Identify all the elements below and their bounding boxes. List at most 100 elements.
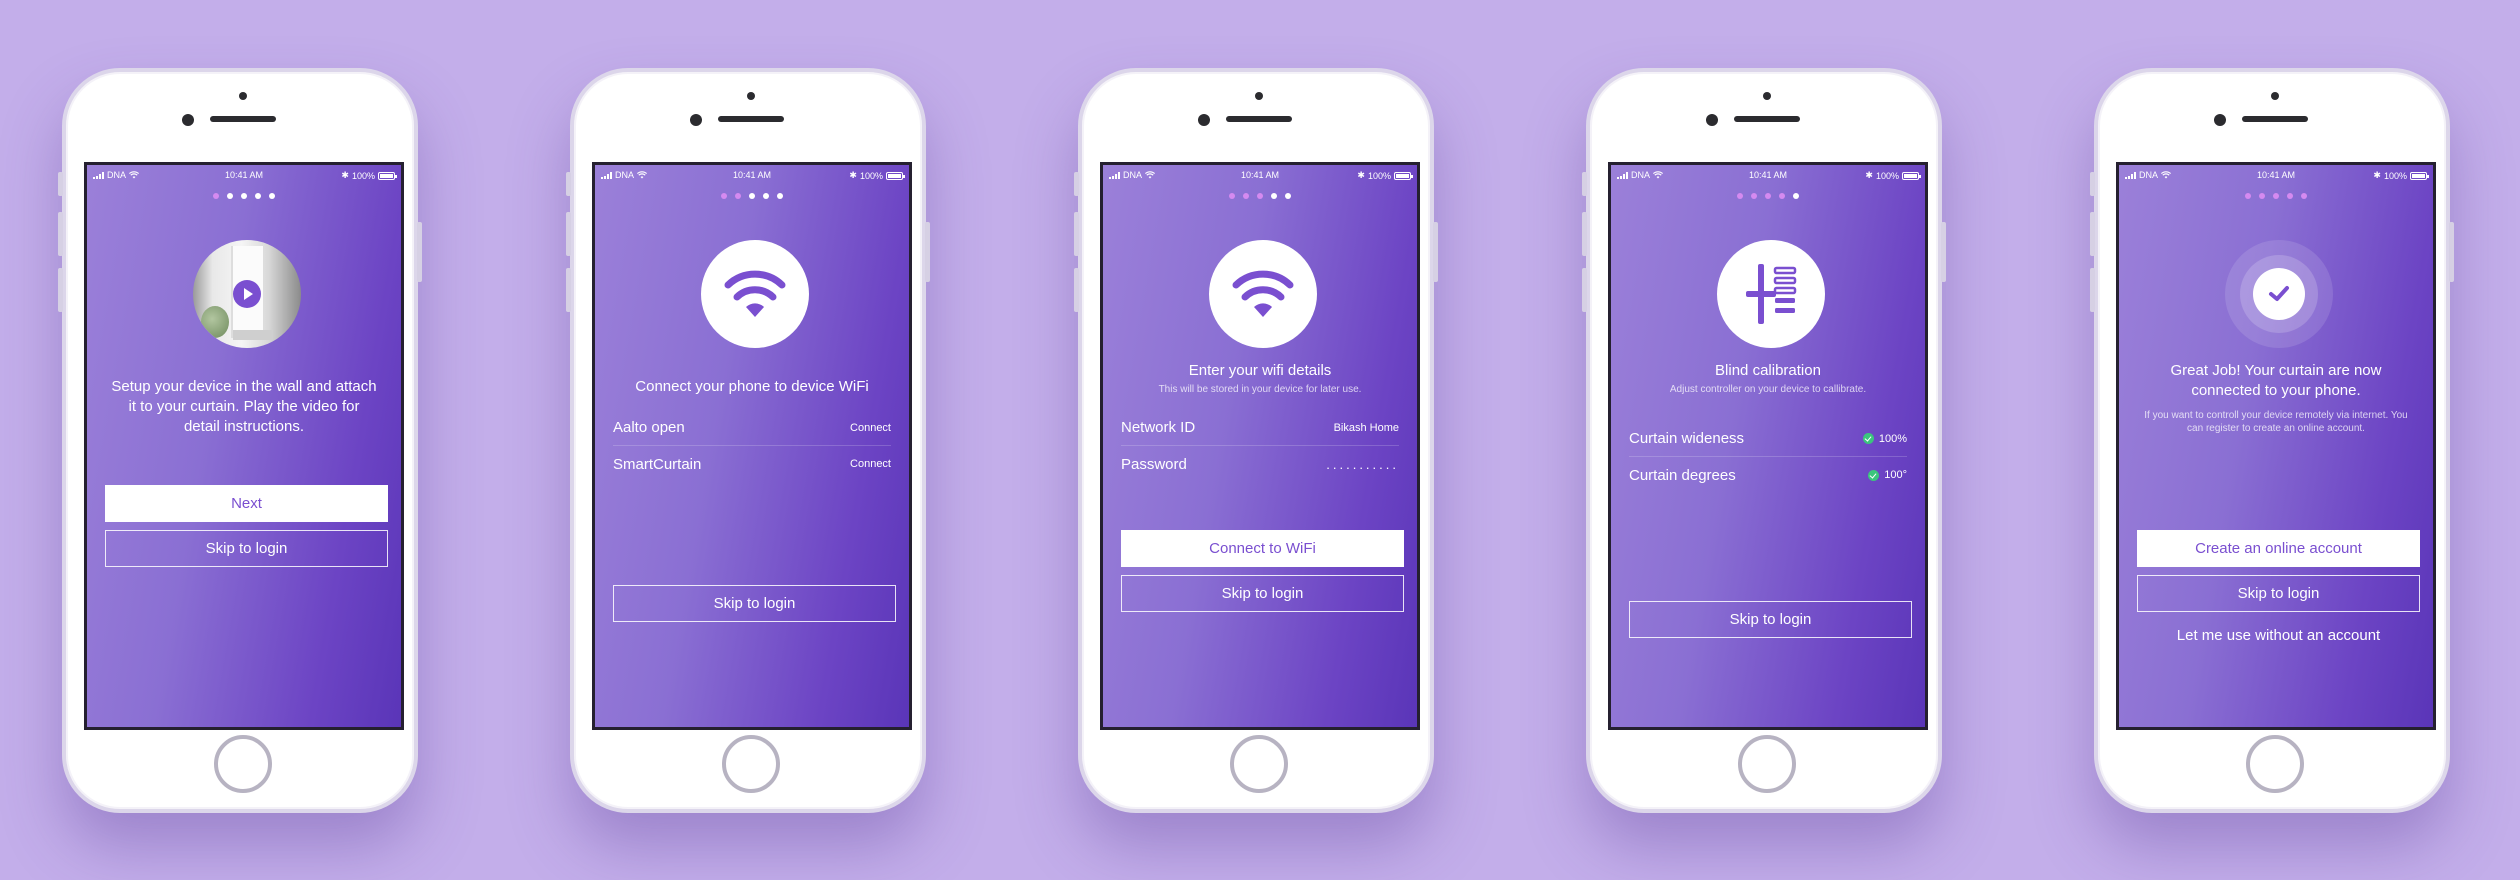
page-dot-4 — [1271, 193, 1277, 199]
page-dot-4 — [255, 193, 261, 199]
password-field[interactable]: Password ........... — [1121, 446, 1399, 482]
page-dot-1 — [721, 193, 727, 199]
wifi-icon — [1232, 270, 1294, 317]
volume-up-button — [1582, 212, 1587, 256]
wifi-details-heading: Enter your wifi details — [1188, 362, 1332, 379]
next-button[interactable]: Next — [105, 485, 388, 522]
skip-to-login-button[interactable]: Skip to login — [1121, 575, 1404, 612]
page-indicator — [1611, 193, 1925, 199]
page-dot-5 — [777, 193, 783, 199]
status-bar: DNA 10:41 AM ✱ 100% — [1611, 168, 1925, 182]
instruction-video-thumbnail[interactable] — [193, 240, 301, 348]
network-id-input[interactable]: Bikash Home — [1334, 422, 1399, 434]
page-dot-3 — [749, 193, 755, 199]
battery-icon — [886, 171, 905, 180]
bluetooth-icon: ✱ — [1357, 170, 1365, 180]
wifi-network-item[interactable]: SmartCurtain Connect — [613, 446, 891, 482]
connect-link[interactable]: Connect — [850, 422, 891, 434]
status-bar: DNA 10:41 AM ✱ 100% — [1103, 168, 1417, 182]
earpiece-speaker — [210, 116, 276, 122]
page-dot-4 — [2287, 193, 2293, 199]
video-play-icon[interactable] — [233, 280, 261, 308]
mute-switch — [2090, 172, 2095, 196]
power-button — [1941, 222, 1946, 282]
battery-percent: 100% — [2383, 170, 2407, 181]
wifi-icon — [724, 270, 786, 317]
status-bar: DNA 10:41 AM ✱ 100% — [595, 168, 909, 182]
curtain-degrees-row: Curtain degrees 100° — [1629, 457, 1907, 493]
volume-up-button — [58, 212, 63, 256]
mute-switch — [566, 172, 571, 196]
page-dot-3 — [1257, 193, 1263, 199]
field-label: Network ID — [1121, 419, 1196, 436]
earpiece-speaker — [1734, 116, 1800, 122]
power-button — [925, 222, 930, 282]
create-online-account-button[interactable]: Create an online account — [2137, 530, 2420, 567]
volume-up-button — [566, 212, 571, 256]
page-dot-4 — [1779, 193, 1785, 199]
bluetooth-icon: ✱ — [849, 170, 857, 180]
earpiece-speaker — [2242, 116, 2308, 122]
connect-wifi-heading: Connect your phone to device WiFi — [635, 378, 869, 395]
battery-percent: 100% — [351, 170, 375, 181]
skip-to-login-button[interactable]: Skip to login — [105, 530, 388, 567]
skip-to-login-button[interactable]: Skip to login — [613, 585, 896, 622]
front-camera — [690, 114, 702, 126]
front-camera — [1198, 114, 1210, 126]
phone-mockup-2: DNA 10:41 AM ✱ 100% Connect your phone t… — [566, 68, 930, 813]
wifi-network-item[interactable]: Aalto open Connect — [613, 410, 891, 446]
power-button — [417, 222, 422, 282]
screen-connect-device-wifi: DNA 10:41 AM ✱ 100% Connect your phone t… — [592, 162, 912, 730]
setting-label: Curtain wideness — [1629, 430, 1745, 447]
skip-to-login-button[interactable]: Skip to login — [1629, 601, 1912, 638]
status-bar: DNA 10:41 AM ✱ 100% — [87, 168, 401, 182]
home-button — [1738, 735, 1796, 793]
setting-value: 100% — [1878, 432, 1907, 445]
connect-to-wifi-button[interactable]: Connect to WiFi — [1121, 530, 1404, 567]
volume-up-button — [2090, 212, 2095, 256]
use-without-account-link[interactable]: Let me use without an account — [2137, 627, 2420, 644]
page-dot-2 — [1243, 193, 1249, 199]
volume-down-button — [2090, 268, 2095, 312]
success-subtitle: If you want to controll your device remo… — [2144, 410, 2408, 434]
setting-value: 100° — [1884, 469, 1907, 481]
screen-wifi-details: DNA 10:41 AM ✱ 100% Enter your wifi deta… — [1100, 162, 1420, 730]
home-button — [1230, 735, 1288, 793]
proximity-sensor — [1763, 92, 1771, 100]
check-icon — [2269, 286, 2289, 301]
front-camera — [182, 114, 194, 126]
check-icon — [1862, 433, 1874, 444]
wifi-hero — [701, 240, 809, 348]
battery-icon — [1394, 171, 1413, 180]
bluetooth-icon: ✱ — [1865, 170, 1873, 180]
proximity-sensor — [239, 92, 247, 100]
success-hero — [2225, 240, 2333, 348]
bluetooth-icon: ✱ — [341, 170, 349, 180]
home-button — [722, 735, 780, 793]
skip-to-login-button[interactable]: Skip to login — [2137, 575, 2420, 612]
screen-setup-device: DNA 10:41 AM ✱ 100% Setup your device in… — [84, 162, 404, 730]
front-camera — [2214, 114, 2226, 126]
proximity-sensor — [747, 92, 755, 100]
wifi-form: Network ID Bikash Home Password ........… — [1121, 410, 1399, 482]
battery-icon — [2410, 171, 2429, 180]
page-indicator — [1103, 193, 1417, 199]
page-indicator — [2119, 193, 2433, 199]
network-id-field[interactable]: Network ID Bikash Home — [1121, 410, 1399, 446]
proximity-sensor — [2271, 92, 2279, 100]
volume-down-button — [1074, 268, 1079, 312]
proximity-sensor — [1255, 92, 1263, 100]
page-dot-5 — [269, 193, 275, 199]
battery-percent: 100% — [1875, 170, 1899, 181]
earpiece-speaker — [718, 116, 784, 122]
wifi-network-list: Aalto open Connect SmartCurtain Connect — [613, 410, 891, 482]
calibration-slider-icon — [1746, 264, 1797, 324]
power-button — [2449, 222, 2454, 282]
success-heading: Great Job! Your curtain are now connecte… — [2170, 362, 2382, 399]
connect-link[interactable]: Connect — [850, 458, 891, 470]
screen-blind-calibration: DNA 10:41 AM ✱ 100% Blind calibration Ad… — [1608, 162, 1928, 730]
page-indicator — [595, 193, 909, 199]
password-input[interactable]: ........... — [1326, 457, 1399, 472]
mute-switch — [1582, 172, 1587, 196]
front-camera — [1706, 114, 1718, 126]
